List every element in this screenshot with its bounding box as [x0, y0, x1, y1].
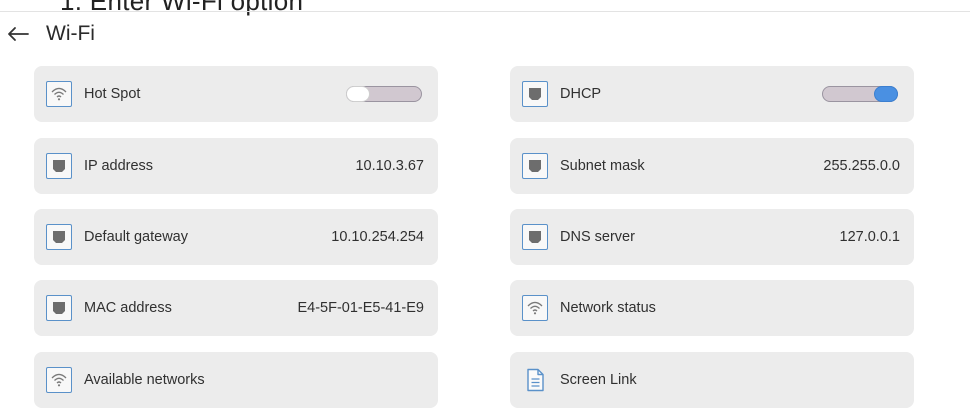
network-port-icon: [522, 153, 548, 179]
toggle-knob: [346, 86, 370, 102]
header: Wi-Fi: [6, 18, 95, 50]
mac-address-row[interactable]: MAC address E4-5F-01-E5-41-E9: [34, 280, 438, 336]
network-port-icon: [46, 153, 72, 179]
wifi-icon: [522, 295, 548, 321]
network-port-icon: [46, 295, 72, 321]
network-port-icon: [522, 81, 548, 107]
network-status-row[interactable]: Network status: [510, 280, 914, 336]
wifi-icon: [46, 81, 72, 107]
mac-address-label: MAC address: [84, 300, 172, 316]
ip-address-value: 10.10.3.67: [355, 158, 424, 174]
dns-server-label: DNS server: [560, 229, 635, 245]
document-icon: [522, 367, 548, 393]
subnet-mask-label: Subnet mask: [560, 158, 645, 174]
top-caption: 1. Enter Wi-Fi option: [60, 0, 304, 16]
screen-link-row[interactable]: Screen Link: [510, 352, 914, 408]
mac-address-value: E4-5F-01-E5-41-E9: [297, 300, 424, 316]
back-arrow-icon[interactable]: [6, 22, 30, 46]
ip-address-row[interactable]: IP address 10.10.3.67: [34, 138, 438, 194]
wifi-icon: [46, 367, 72, 393]
default-gateway-label: Default gateway: [84, 229, 188, 245]
network-port-icon: [522, 224, 548, 250]
network-port-icon: [46, 224, 72, 250]
dns-server-value: 127.0.0.1: [839, 229, 900, 245]
available-networks-row[interactable]: Available networks: [34, 352, 438, 408]
hot-spot-toggle[interactable]: [346, 86, 422, 102]
hot-spot-row[interactable]: Hot Spot: [34, 66, 438, 122]
toggle-knob: [874, 86, 898, 102]
page-title: Wi-Fi: [46, 22, 95, 45]
hot-spot-label: Hot Spot: [84, 86, 141, 102]
top-divider: [0, 11, 970, 12]
subnet-mask-value: 255.255.0.0: [823, 158, 900, 174]
screen-link-label: Screen Link: [560, 372, 637, 388]
subnet-mask-row[interactable]: Subnet mask 255.255.0.0: [510, 138, 914, 194]
dhcp-row[interactable]: DHCP: [510, 66, 914, 122]
dns-server-row[interactable]: DNS server 127.0.0.1: [510, 209, 914, 265]
network-status-label: Network status: [560, 300, 656, 316]
default-gateway-value: 10.10.254.254: [331, 229, 424, 245]
dhcp-toggle[interactable]: [822, 86, 898, 102]
default-gateway-row[interactable]: Default gateway 10.10.254.254: [34, 209, 438, 265]
available-networks-label: Available networks: [84, 372, 205, 388]
dhcp-label: DHCP: [560, 86, 602, 102]
ip-address-label: IP address: [84, 158, 154, 174]
